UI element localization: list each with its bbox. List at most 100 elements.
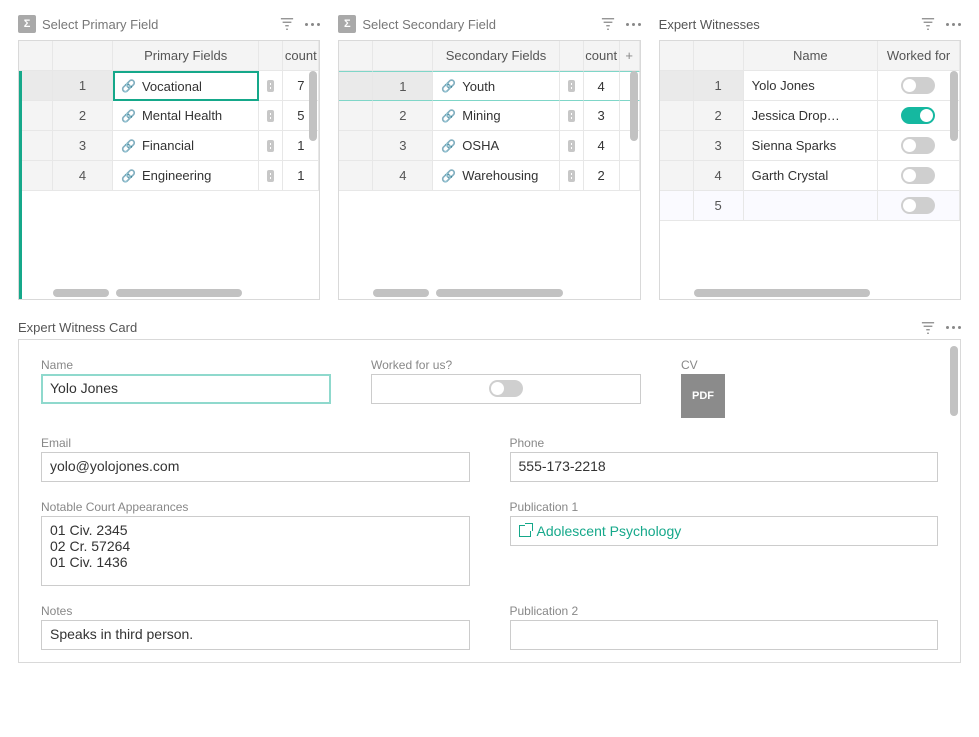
count-cell[interactable]: 4 (584, 131, 620, 161)
col-header[interactable]: count (283, 41, 319, 71)
worked-toggle[interactable] (901, 77, 935, 94)
label-pub2: Publication 2 (510, 604, 939, 618)
link-icon: 🔗 (441, 109, 456, 123)
row-handle[interactable] (339, 101, 373, 131)
row-number[interactable]: 5 (694, 191, 744, 221)
worked-toggle[interactable] (489, 380, 523, 397)
name-field[interactable]: Yolo Jones (41, 374, 331, 404)
filter-icon[interactable] (921, 321, 935, 335)
count-cell[interactable]: 2 (584, 161, 620, 191)
row-handle[interactable] (19, 161, 53, 191)
row-number[interactable]: 3 (53, 131, 113, 161)
row-handle[interactable] (339, 131, 373, 161)
publication1-field[interactable]: Adolescent Psychology (510, 516, 939, 546)
row-handle[interactable] (660, 71, 694, 101)
grid-primary[interactable]: Primary Fields count (19, 41, 319, 71)
filter-icon[interactable] (280, 17, 294, 31)
worked-for-cell[interactable] (878, 161, 960, 191)
witness-name-cell[interactable] (744, 191, 878, 221)
count-icon (259, 101, 283, 131)
row-handle[interactable] (660, 131, 694, 161)
row-number[interactable]: 4 (373, 161, 433, 191)
row-handle[interactable] (660, 161, 694, 191)
link-icon: 🔗 (121, 139, 136, 153)
witness-name-cell[interactable]: Garth Crystal (744, 161, 878, 191)
primary-field-cell[interactable]: 🔗Financial (113, 131, 259, 161)
row-handle[interactable] (339, 71, 373, 101)
row-handle[interactable] (660, 191, 694, 221)
row-handle[interactable] (19, 131, 53, 161)
panel-secondary-title: Select Secondary Field (362, 17, 592, 32)
row-handle[interactable] (19, 71, 53, 101)
more-icon[interactable] (943, 23, 961, 26)
worked-for-cell[interactable] (878, 131, 960, 161)
add-column-button[interactable]: + (620, 41, 640, 71)
row-number[interactable]: 2 (373, 101, 433, 131)
grid-witnesses[interactable]: Name Worked for (660, 41, 960, 71)
primary-field-cell[interactable]: 🔗Engineering (113, 161, 259, 191)
more-icon[interactable] (302, 23, 320, 26)
col-header[interactable]: Worked for (878, 41, 960, 71)
row-number[interactable]: 4 (53, 161, 113, 191)
col-header[interactable]: Primary Fields (113, 41, 259, 71)
grid-secondary[interactable]: Secondary Fields count + (339, 41, 639, 71)
more-icon[interactable] (943, 326, 961, 329)
count-cell[interactable]: 4 (584, 71, 620, 101)
label-pub1: Publication 1 (510, 500, 939, 514)
worked-for-cell[interactable] (878, 101, 960, 131)
label-phone: Phone (510, 436, 939, 450)
witness-card: Name Yolo Jones Worked for us? CV PDF Em… (18, 339, 961, 663)
col-header[interactable]: Secondary Fields (433, 41, 559, 71)
row-handle[interactable] (339, 161, 373, 191)
cv-pdf-icon[interactable]: PDF (681, 374, 725, 418)
worked-toggle[interactable] (901, 197, 935, 214)
row-number[interactable]: 1 (53, 71, 113, 101)
count-icon (560, 131, 584, 161)
scrollbar-vertical[interactable] (950, 71, 958, 287)
row-number[interactable]: 2 (53, 101, 113, 131)
secondary-field-cell[interactable]: 🔗Mining (433, 101, 559, 131)
scrollbar-vertical[interactable] (630, 71, 638, 287)
worked-toggle[interactable] (901, 167, 935, 184)
primary-field-cell[interactable]: 🔗Mental Health (113, 101, 259, 131)
card-title: Expert Witness Card (18, 320, 913, 335)
witness-name-cell[interactable]: Yolo Jones (744, 71, 878, 101)
row-number[interactable]: 4 (694, 161, 744, 191)
notes-field[interactable]: Speaks in third person. (41, 620, 470, 650)
worked-toggle[interactable] (901, 137, 935, 154)
worked-toggle[interactable] (901, 107, 935, 124)
witness-name-cell[interactable]: Sienna Sparks (744, 131, 878, 161)
worked-for-cell[interactable] (878, 191, 960, 221)
row-handle[interactable] (660, 101, 694, 131)
phone-field[interactable]: 555-173-2218 (510, 452, 939, 482)
filter-icon[interactable] (921, 17, 935, 31)
secondary-field-cell[interactable]: 🔗OSHA (433, 131, 559, 161)
row-handle[interactable] (19, 101, 53, 131)
row-number[interactable]: 1 (373, 71, 433, 101)
row-number[interactable]: 3 (694, 131, 744, 161)
scrollbar-horizontal[interactable] (694, 289, 946, 297)
scrollbar-vertical[interactable] (309, 71, 317, 287)
external-link-icon (519, 525, 531, 537)
col-header[interactable]: count (584, 41, 620, 71)
filter-icon[interactable] (601, 17, 615, 31)
col-header[interactable]: Name (744, 41, 878, 71)
secondary-field-cell[interactable]: 🔗Warehousing (433, 161, 559, 191)
scrollbar-vertical[interactable] (950, 346, 958, 656)
email-field[interactable]: yolo@yolojones.com (41, 452, 470, 482)
panel-primary-title: Select Primary Field (42, 17, 272, 32)
link-icon: 🔗 (121, 79, 136, 93)
scrollbar-horizontal[interactable] (53, 289, 305, 297)
secondary-field-cell[interactable]: 🔗Youth (433, 71, 559, 101)
row-number[interactable]: 3 (373, 131, 433, 161)
worked-for-cell[interactable] (878, 71, 960, 101)
row-number[interactable]: 2 (694, 101, 744, 131)
primary-field-cell[interactable]: 🔗Vocational (113, 71, 259, 101)
witness-name-cell[interactable]: Jessica Drop… (744, 101, 878, 131)
count-cell[interactable]: 3 (584, 101, 620, 131)
more-icon[interactable] (623, 23, 641, 26)
scrollbar-horizontal[interactable] (373, 289, 625, 297)
publication2-field[interactable] (510, 620, 939, 650)
court-field[interactable]: 01 Civ. 2345 02 Cr. 57264 01 Civ. 1436 (41, 516, 470, 586)
row-number[interactable]: 1 (694, 71, 744, 101)
